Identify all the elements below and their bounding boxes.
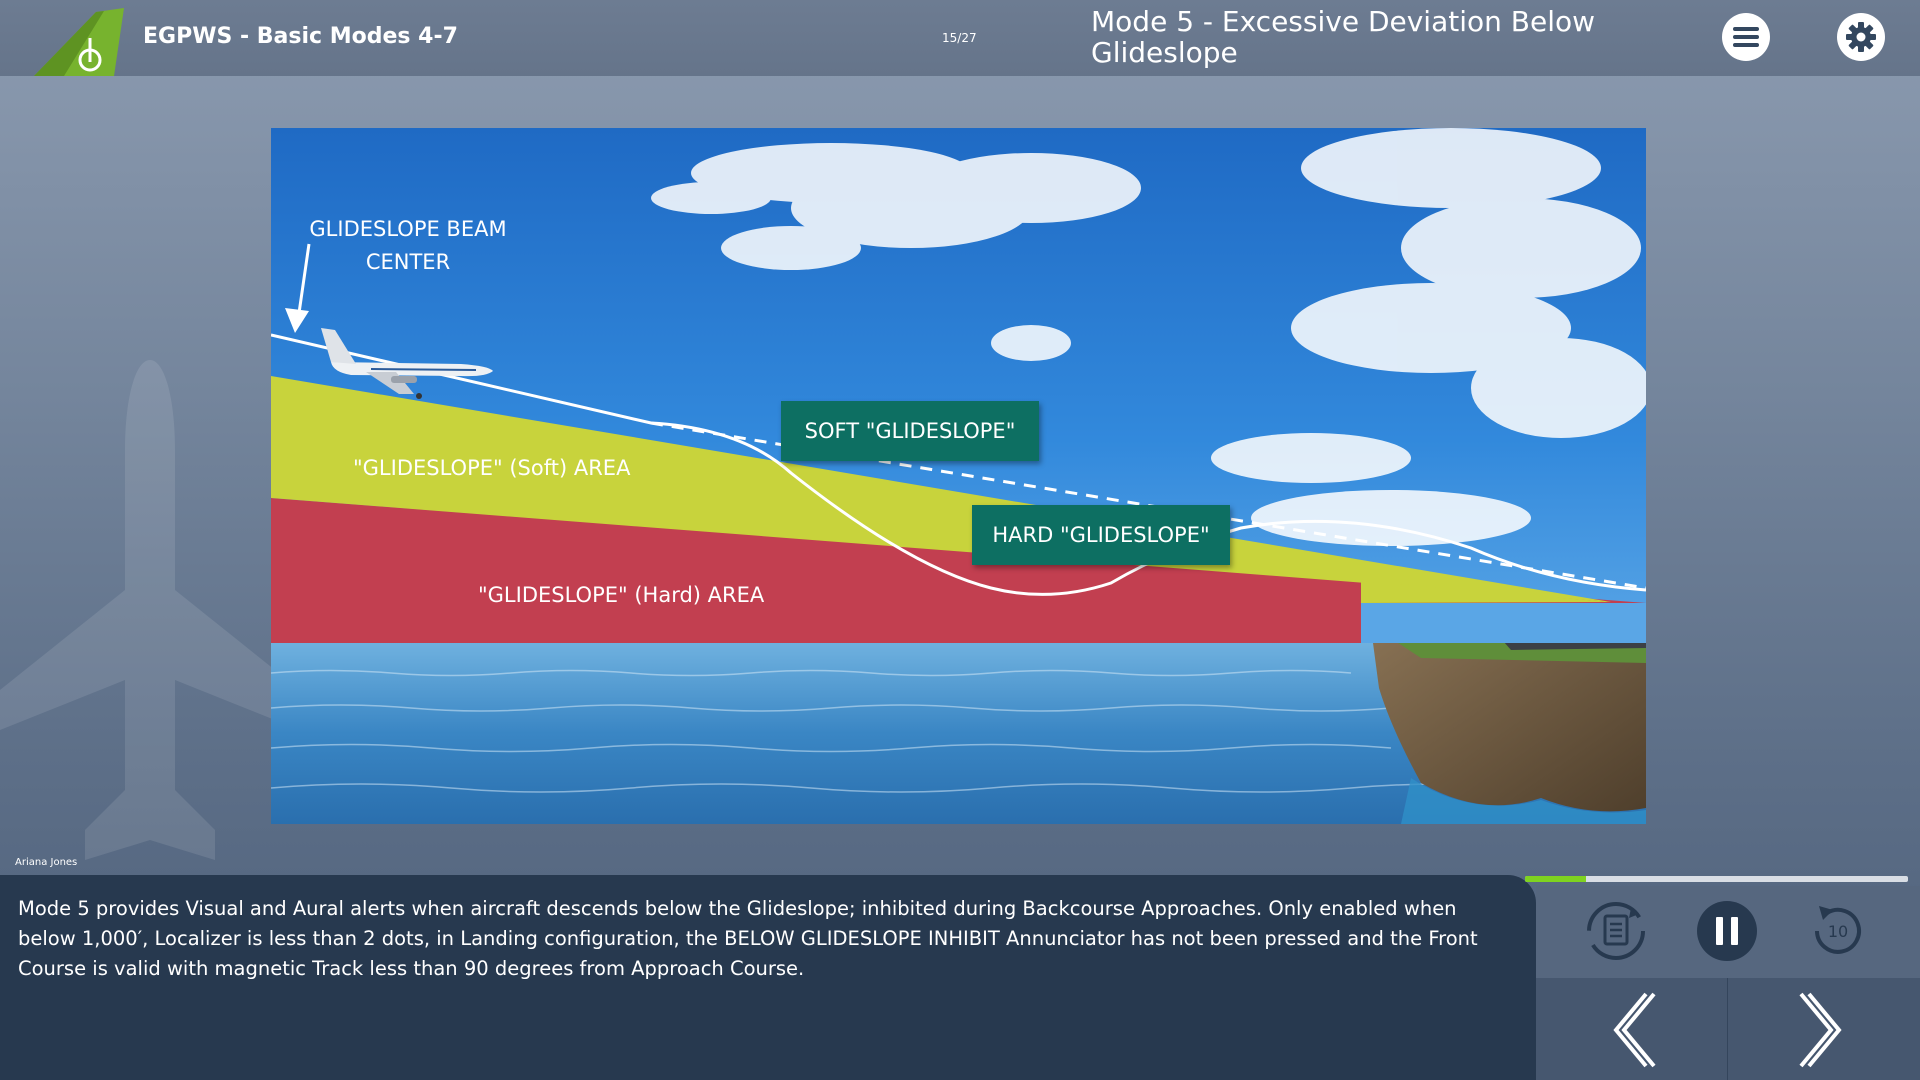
nav-divider bbox=[1727, 978, 1728, 1080]
replay-10-icon: 10 bbox=[1815, 906, 1861, 954]
gear-icon bbox=[1846, 22, 1876, 52]
course-title: EGPWS - Basic Modes 4-7 bbox=[143, 24, 458, 49]
glideslope-diagram: GLIDESLOPE BEAM CENTER "GLIDESLOPE" (Sof… bbox=[271, 128, 1646, 824]
settings-button[interactable] bbox=[1837, 13, 1885, 61]
pause-icon bbox=[1697, 901, 1757, 961]
soft-glideslope-alert: SOFT "GLIDESLOPE" bbox=[781, 401, 1039, 461]
replay-seconds-label: 10 bbox=[1828, 922, 1848, 941]
background-plane-silhouette bbox=[0, 360, 300, 860]
hamburger-menu-icon bbox=[1733, 27, 1759, 47]
transcript-button[interactable] bbox=[1585, 900, 1647, 962]
chevron-left-icon bbox=[1613, 992, 1656, 1068]
slide-title: Mode 5 - Excessive Deviation Below Glide… bbox=[1091, 5, 1596, 69]
next-slide-button[interactable] bbox=[1787, 985, 1857, 1075]
chevron-right-icon bbox=[1799, 992, 1842, 1068]
progress-bar[interactable] bbox=[1525, 876, 1908, 882]
hard-glideslope-alert: HARD "GLIDESLOPE" bbox=[972, 505, 1230, 565]
soft-area-label: "GLIDESLOPE" (Soft) AREA bbox=[353, 456, 631, 480]
previous-slide-button[interactable] bbox=[1598, 985, 1668, 1075]
pause-button[interactable] bbox=[1696, 900, 1758, 962]
menu-button[interactable] bbox=[1722, 13, 1770, 61]
narrator-name: Ariana Jones bbox=[15, 857, 78, 868]
aircraft-tail-logo-icon bbox=[34, 8, 124, 76]
replay-10-button[interactable]: 10 bbox=[1807, 900, 1869, 962]
beam-center-label: GLIDESLOPE BEAM CENTER bbox=[309, 217, 507, 274]
navigation-area bbox=[1536, 978, 1920, 1080]
hard-area-label: "GLIDESLOPE" (Hard) AREA bbox=[478, 583, 765, 607]
header-bar: EGPWS - Basic Modes 4-7 15/27 Mode 5 - E… bbox=[0, 0, 1920, 76]
page-counter: 15/27 bbox=[942, 31, 977, 45]
transcript-document-icon bbox=[1587, 902, 1645, 960]
progress-fill bbox=[1525, 876, 1587, 882]
transcript-panel: Mode 5 provides Visual and Aural alerts … bbox=[0, 875, 1536, 1080]
